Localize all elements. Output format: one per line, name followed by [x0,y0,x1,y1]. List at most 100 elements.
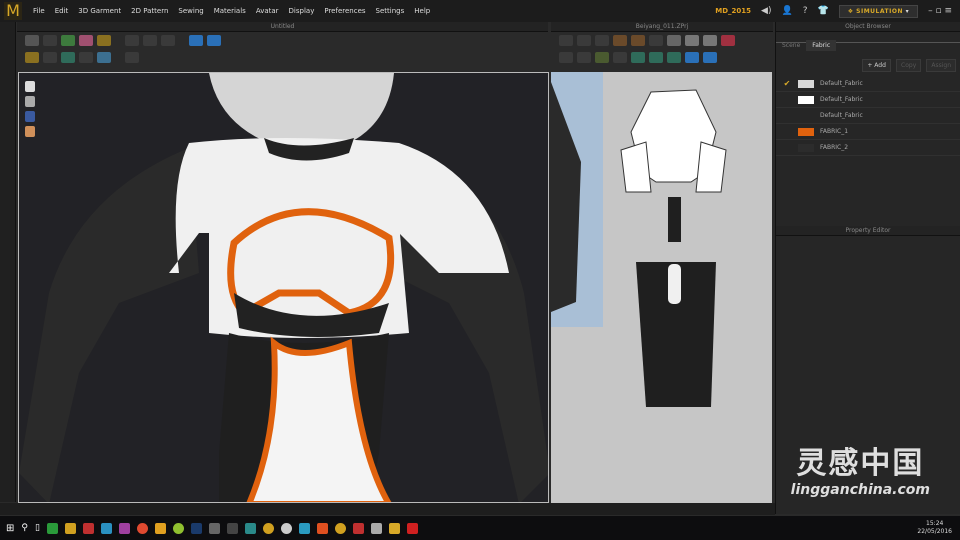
app-icon-5[interactable] [118,522,130,534]
maya-icon-3[interactable] [244,522,256,534]
file-explorer-icon[interactable] [154,522,166,534]
maya-icon-2[interactable] [226,522,238,534]
fabric-row[interactable]: FABRIC_1 [776,124,960,140]
blue-tool-2[interactable] [97,52,111,63]
fabric-row[interactable]: ✔ Default_Fabric [776,76,960,92]
avatar-tool[interactable] [161,35,175,46]
select-move-tool[interactable] [43,35,57,46]
skeleton-tool[interactable] [125,52,139,63]
assign-fabric-button[interactable]: Assign [926,59,956,72]
tab-scene[interactable]: Scene [776,40,806,51]
menu-avatar[interactable]: Avatar [256,7,279,15]
windows-start-icon[interactable]: ⊞ [6,523,14,534]
teal-tool-1[interactable] [43,52,57,63]
segment-tool[interactable] [649,35,663,46]
garment-display-icon[interactable] [25,111,35,122]
menu-edit[interactable]: Edit [55,7,69,15]
app-icon-6[interactable] [172,522,184,534]
menu-3d-garment[interactable]: 3D Garment [78,7,121,15]
copy-fabric-button[interactable]: Copy [896,59,922,72]
teal-tool-2[interactable] [61,52,75,63]
menu-help[interactable]: Help [414,7,430,15]
fabric-name: Default_Fabric [820,96,863,103]
menu-materials[interactable]: Materials [214,7,246,15]
user-icon[interactable]: 👤 [781,6,792,16]
panel-2d-header: Beiyang_011.ZPrj [551,22,773,66]
flash-icon[interactable] [406,522,418,534]
menu-sewing[interactable]: Sewing [178,7,203,15]
pen-tool[interactable] [125,35,139,46]
shirt-blue-tool[interactable] [207,35,221,46]
texture-tool-1[interactable] [631,52,645,63]
left-side-strip [0,22,16,502]
app-icon-4[interactable] [100,522,112,534]
garment-green-tool[interactable] [61,35,75,46]
menu-settings[interactable]: Settings [376,7,405,15]
menu-file[interactable]: File [33,7,45,15]
app-icon-2[interactable] [64,522,76,534]
marvelous-designer-icon[interactable] [388,522,400,534]
dart-tool[interactable] [631,35,645,46]
circle-tool[interactable] [703,35,717,46]
watermark-logo: 灵感中国 lingganchina.com [791,438,930,498]
fabric-row[interactable]: FABRIC_2 [776,140,960,156]
nuke-icon[interactable] [262,522,274,534]
skin-icon[interactable] [25,126,35,137]
app-icon-7[interactable] [280,522,292,534]
box-tool[interactable] [189,35,203,46]
garment-pink-tool[interactable] [79,35,93,46]
rectangle-tool[interactable] [685,35,699,46]
fabric-name: Default_Fabric [820,80,863,87]
viewport-3d[interactable] [18,72,549,503]
fabric-swatch [798,127,814,136]
internal-tool[interactable] [721,35,735,46]
search-icon[interactable]: ⚲ [21,523,28,533]
fabric-row[interactable]: Default_Fabric [776,108,960,124]
polygon-tool[interactable] [667,35,681,46]
photoshop-icon[interactable] [190,522,202,534]
menu-preferences[interactable]: Preferences [324,7,365,15]
menu-display[interactable]: Display [289,7,315,15]
fabric-row[interactable]: Default_Fabric [776,92,960,108]
app-icon-1[interactable] [46,522,58,534]
app-icon-9[interactable] [334,522,346,534]
collapse-icon[interactable] [25,35,39,46]
menu-2d-pattern[interactable]: 2D Pattern [131,7,168,15]
chrome-icon[interactable] [136,522,148,534]
texture-tool-3[interactable] [667,52,681,63]
edit-point-tool[interactable] [595,35,609,46]
avatar-body-icon[interactable] [25,96,35,107]
viewport-2d[interactable] [551,72,772,503]
simulation-icon: ❖ [847,7,857,15]
run-icon[interactable] [25,52,39,63]
app-icon-10[interactable] [352,522,364,534]
system-clock[interactable]: 15:24 22/05/2016 [917,520,952,536]
simulation-mode-button[interactable]: ❖ SIMULATION ▾ [838,4,919,18]
pin-tool[interactable] [143,35,157,46]
transform-tool[interactable] [577,35,591,46]
window-controls-icon[interactable]: – ▫ ≡ [928,6,952,16]
app-icon-8[interactable] [298,522,310,534]
sew-tool-1[interactable] [577,52,591,63]
tshirt-icon[interactable]: 👕 [817,6,828,16]
graphic-tool-2[interactable] [703,52,717,63]
speaker-icon[interactable]: ◀) [761,6,771,16]
sew-tool-2[interactable] [595,52,609,63]
seam-tool[interactable] [559,52,573,63]
avatar-head-icon[interactable] [25,81,35,92]
sew-tool-3[interactable] [613,52,627,63]
folder-tool[interactable] [97,35,111,46]
app-icon-3[interactable] [82,522,94,534]
zbrush-icon[interactable] [316,522,328,534]
blue-tool-1[interactable] [79,52,93,63]
graphic-tool-1[interactable] [685,52,699,63]
tab-fabric[interactable]: Fabric [806,40,837,51]
maya-icon-1[interactable] [208,522,220,534]
task-view-icon[interactable]: ▯ [35,523,40,533]
curve-tool[interactable] [613,35,627,46]
select-pattern-tool[interactable] [559,35,573,46]
texture-tool-2[interactable] [649,52,663,63]
add-fabric-button[interactable]: + Add [862,59,891,72]
help-icon[interactable]: ? [803,6,808,16]
app-icon-11[interactable] [370,522,382,534]
